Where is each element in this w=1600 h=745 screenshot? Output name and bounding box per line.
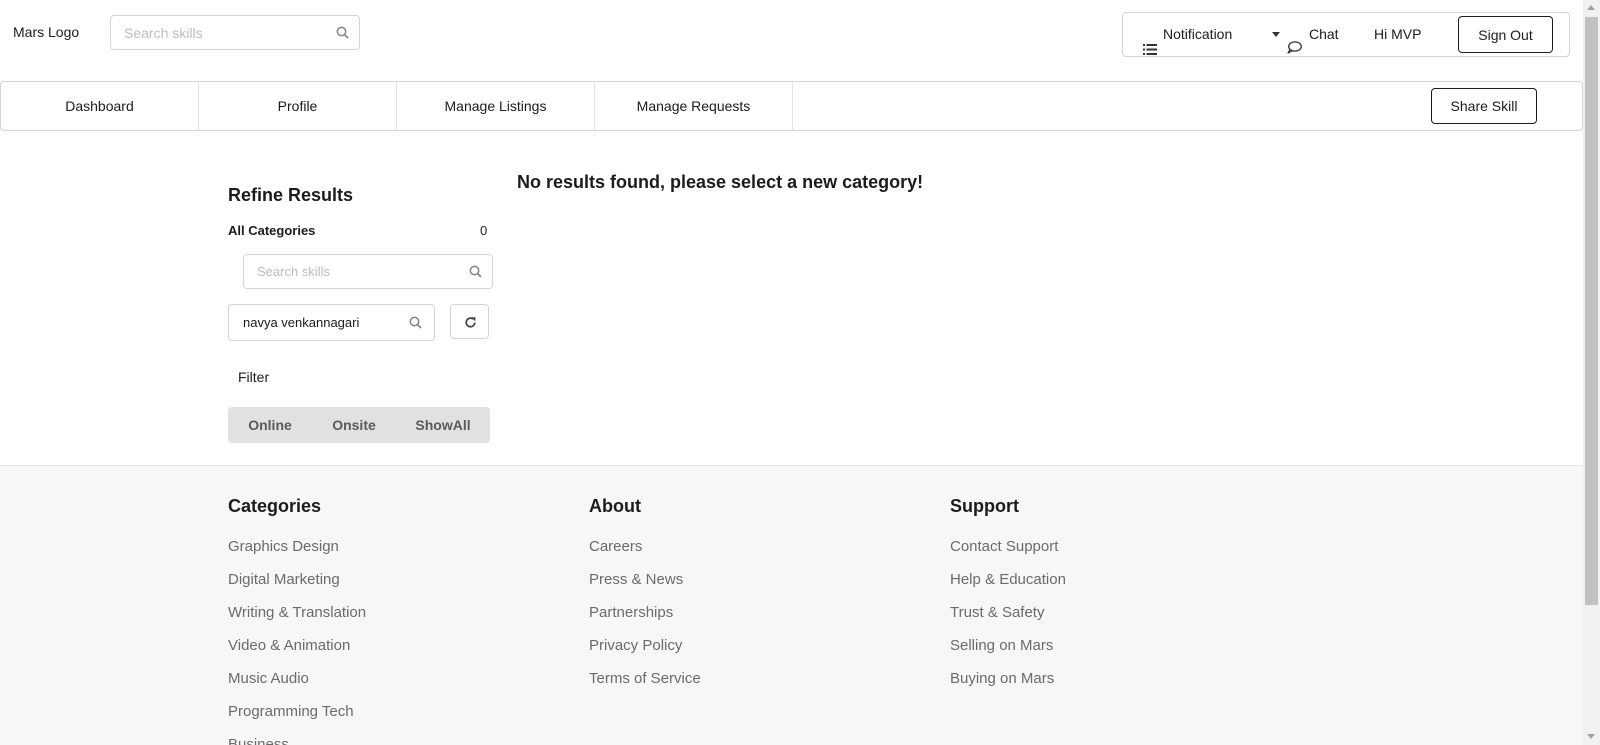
search-icon[interactable]	[409, 316, 422, 334]
page-scrollbar[interactable]	[1583, 0, 1600, 745]
scroll-up-arrow-icon[interactable]	[1587, 5, 1595, 10]
footer-link[interactable]: Business	[228, 735, 366, 745]
footer-link[interactable]: Video & Animation	[228, 636, 366, 669]
user-search-input[interactable]	[229, 305, 399, 340]
all-categories-count: 0	[480, 223, 488, 238]
footer-categories-title: Categories	[228, 496, 322, 516]
nav-item-dashboard[interactable]: Dashboard	[1, 82, 199, 130]
scroll-down-arrow-icon[interactable]	[1587, 734, 1595, 739]
footer-link[interactable]: Graphics Design	[228, 537, 366, 570]
mars-logo[interactable]: Mars Logo	[13, 24, 79, 40]
footer-link[interactable]: Press & News	[589, 570, 701, 603]
user-menu: Notification Chat Hi MVP Sign Out	[1122, 12, 1570, 57]
header-search-input[interactable]	[111, 16, 321, 49]
footer-about-title: About	[589, 496, 641, 516]
filter-onsite-button[interactable]: Onsite	[312, 407, 396, 443]
nav-item-profile[interactable]: Profile	[199, 82, 397, 130]
user-greeting[interactable]: Hi MVP	[1374, 13, 1421, 56]
footer-link[interactable]: Privacy Policy	[589, 636, 701, 669]
footer: Categories Graphics Design Digital Marke…	[0, 465, 1583, 745]
footer-link[interactable]: Terms of Service	[589, 669, 701, 702]
search-icon[interactable]	[469, 265, 482, 283]
nav-item-manage-requests[interactable]: Manage Requests	[595, 82, 793, 130]
refine-results-title: Refine Results	[228, 185, 354, 205]
search-icon[interactable]	[336, 26, 349, 44]
footer-support: Support Contact Support Help & Education…	[950, 496, 1066, 702]
filter-button-group: Online Onsite ShowAll	[228, 407, 490, 443]
user-search	[228, 304, 435, 341]
scrollbar-thumb[interactable]	[1585, 17, 1598, 605]
footer-link[interactable]: Partnerships	[589, 603, 701, 636]
refresh-button[interactable]	[450, 304, 489, 339]
footer-link[interactable]: Selling on Mars	[950, 636, 1066, 669]
footer-link[interactable]: Help & Education	[950, 570, 1066, 603]
filter-online-button[interactable]: Online	[228, 407, 312, 443]
footer-about: About Careers Press & News Partnerships …	[589, 496, 701, 702]
page: Mars Logo Notification Chat Hi MVP	[0, 0, 1583, 745]
all-categories-link[interactable]: All Categories	[228, 223, 315, 238]
footer-link[interactable]: Programming Tech	[228, 702, 366, 735]
list-icon	[1143, 29, 1157, 72]
footer-link[interactable]: Trust & Safety	[950, 603, 1066, 636]
main-nav: Dashboard Profile Manage Listings Manage…	[0, 81, 1583, 131]
header-search	[110, 15, 360, 50]
footer-link[interactable]: Contact Support	[950, 537, 1066, 570]
filter-showall-button[interactable]: ShowAll	[396, 407, 490, 443]
footer-categories: Categories Graphics Design Digital Marke…	[228, 496, 366, 745]
filter-label: Filter	[238, 369, 270, 385]
chat-bubble-icon	[1287, 28, 1302, 71]
nav-item-manage-listings[interactable]: Manage Listings	[397, 82, 595, 130]
footer-link[interactable]: Careers	[589, 537, 701, 570]
refresh-icon	[465, 317, 476, 328]
footer-link[interactable]: Writing & Translation	[228, 603, 366, 636]
footer-link[interactable]: Buying on Mars	[950, 669, 1066, 702]
no-results-message: No results found, please select a new ca…	[517, 172, 924, 192]
skill-search-input[interactable]	[244, 255, 454, 288]
category-skill-search	[243, 254, 493, 289]
top-bar: Mars Logo Notification Chat Hi MVP	[0, 0, 1583, 80]
sign-out-button[interactable]: Sign Out	[1458, 16, 1553, 53]
footer-link[interactable]: Music Audio	[228, 669, 366, 702]
notification-dropdown[interactable]: Notification	[1143, 13, 1280, 56]
footer-support-title: Support	[950, 496, 1019, 516]
chat-link[interactable]: Chat	[1287, 13, 1339, 56]
footer-link[interactable]: Digital Marketing	[228, 570, 366, 603]
share-skill-button[interactable]: Share Skill	[1431, 88, 1537, 124]
caret-down-icon	[1272, 32, 1280, 37]
